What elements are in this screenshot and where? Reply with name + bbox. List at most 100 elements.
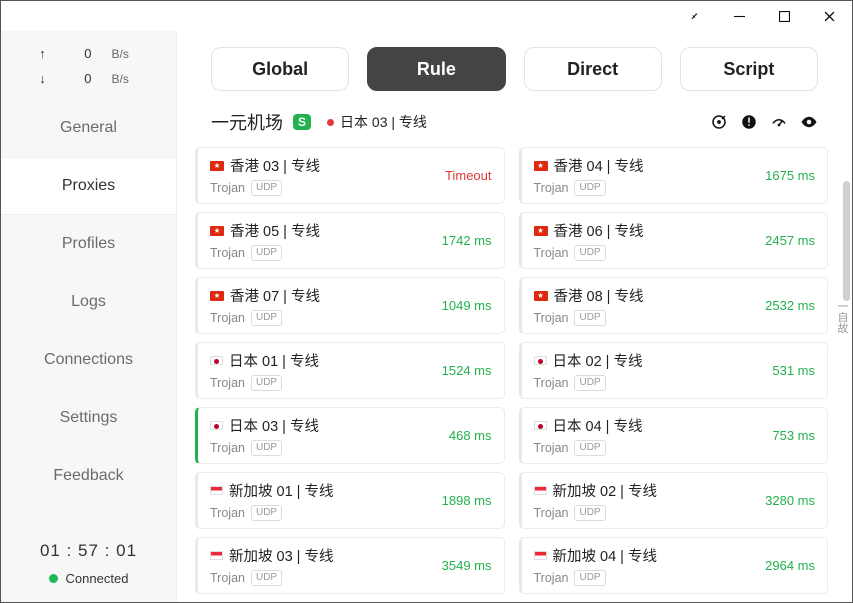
maximize-button[interactable] — [762, 1, 807, 31]
close-button[interactable] — [807, 1, 852, 31]
proxy-udp-badge: UDP — [574, 245, 605, 261]
proxy-name: 香港 07 | 专线 — [230, 285, 320, 306]
proxy-card[interactable]: 新加坡 04 | 专线TrojanUDP2964 ms — [519, 537, 829, 594]
hk-flag-icon — [210, 161, 224, 171]
proxy-protocol: Trojan — [534, 181, 569, 195]
main: Global Rule Direct Script 一元机场 S 日本 03 |… — [177, 31, 852, 602]
proxy-udp-badge: UDP — [251, 310, 282, 326]
hk-flag-icon — [534, 161, 548, 171]
proxy-udp-badge: UDP — [251, 440, 282, 456]
nav-general[interactable]: General — [1, 99, 176, 157]
proxy-name: 香港 08 | 专线 — [554, 285, 644, 306]
tab-global[interactable]: Global — [211, 47, 349, 91]
tab-direct[interactable]: Direct — [524, 47, 662, 91]
proxy-latency: 3280 ms — [765, 493, 815, 508]
locate-icon[interactable] — [710, 113, 728, 131]
download-speed: ↓ 0 B/s — [1, 66, 176, 91]
proxy-protocol: Trojan — [534, 506, 569, 520]
proxy-card[interactable]: 日本 02 | 专线TrojanUDP531 ms — [519, 342, 829, 399]
nav-proxies[interactable]: Proxies — [1, 157, 176, 215]
proxy-card[interactable]: 日本 03 | 专线 Trojan UDP 468 ms — [195, 407, 505, 464]
jp-flag-icon — [210, 356, 223, 365]
connection-status-label: Connected — [66, 571, 129, 586]
proxy-latency: 468 ms — [449, 428, 492, 443]
proxy-name: 日本 04 | 专线 — [553, 415, 643, 436]
proxy-name: 新加坡 04 | 专线 — [553, 545, 657, 566]
proxy-protocol: Trojan — [210, 311, 245, 325]
tab-script[interactable]: Script — [680, 47, 818, 91]
proxy-card[interactable]: 香港 03 | 专线TrojanUDPTimeout — [195, 147, 505, 204]
scrollbar-thumb[interactable] — [843, 181, 850, 301]
status-panel: 01 : 57 : 01 Connected — [1, 529, 176, 602]
connection-status: Connected — [1, 571, 176, 586]
proxy-card[interactable]: 香港 06 | 专线TrojanUDP2457 ms — [519, 212, 829, 269]
proxy-card[interactable]: 新加坡 03 | 专线TrojanUDP3549 ms — [195, 537, 505, 594]
hk-flag-icon — [210, 226, 224, 236]
proxy-latency: 1524 ms — [442, 363, 492, 378]
sg-flag-icon — [534, 486, 547, 495]
proxy-protocol: Trojan — [210, 571, 245, 585]
speedtest-icon[interactable] — [770, 113, 788, 131]
proxy-protocol: Trojan — [534, 376, 569, 390]
proxy-udp-badge: UDP — [251, 375, 282, 391]
proxy-list[interactable]: TrojanUDP2835 msTrojanUDP4028 ms香港 03 | … — [177, 141, 852, 602]
nav-logs[interactable]: Logs — [1, 273, 176, 331]
jp-flag-icon — [534, 421, 547, 430]
proxy-latency: 2532 ms — [765, 298, 815, 313]
app-window: ↑ 0 B/s ↓ 0 B/s General Proxies Profiles… — [0, 0, 853, 603]
jp-flag-icon — [327, 119, 334, 126]
pin-icon[interactable] — [672, 1, 717, 31]
proxy-name: 香港 06 | 专线 — [554, 220, 644, 241]
proxy-card[interactable]: 香港 04 | 专线TrojanUDP1675 ms — [519, 147, 829, 204]
nav-profiles[interactable]: Profiles — [1, 215, 176, 273]
upload-value: 0 — [68, 46, 92, 61]
group-header: 一元机场 S 日本 03 | 专线 — [177, 109, 852, 141]
tab-rule[interactable]: Rule — [367, 47, 505, 91]
proxy-card[interactable]: 新加坡 02 | 专线TrojanUDP3280 ms — [519, 472, 829, 529]
proxy-card[interactable]: 香港 07 | 专线 Trojan UDP 1049 ms — [195, 277, 505, 334]
proxy-latency: 2457 ms — [765, 233, 815, 248]
proxy-latency: 2964 ms — [765, 558, 815, 573]
proxy-udp-badge: UDP — [574, 505, 605, 521]
side-label: 一自故 — [832, 296, 852, 337]
proxy-card[interactable]: 日本 01 | 专线TrojanUDP1524 ms — [195, 342, 505, 399]
proxy-latency: 1742 ms — [442, 233, 492, 248]
upload-unit: B/s — [112, 47, 140, 61]
hk-flag-icon — [210, 291, 224, 301]
proxy-protocol: Trojan — [210, 441, 245, 455]
sg-flag-icon — [210, 486, 223, 495]
proxy-udp-badge: UDP — [251, 245, 282, 261]
minimize-button[interactable] — [717, 1, 762, 31]
nav-settings[interactable]: Settings — [1, 389, 176, 447]
proxy-card[interactable]: 香港 05 | 专线TrojanUDP1742 ms — [195, 212, 505, 269]
proxy-udp-badge: UDP — [574, 375, 605, 391]
proxy-card[interactable]: 日本 04 | 专线TrojanUDP753 ms — [519, 407, 829, 464]
proxy-name: 日本 03 | 专线 — [229, 415, 319, 436]
proxy-name: 香港 03 | 专线 — [230, 155, 320, 176]
proxy-udp-badge: UDP — [574, 440, 605, 456]
proxy-protocol: Trojan — [534, 571, 569, 585]
nav-connections[interactable]: Connections — [1, 331, 176, 389]
sg-flag-icon — [210, 551, 223, 560]
arrow-down-icon: ↓ — [38, 71, 48, 86]
proxy-name: 新加坡 01 | 专线 — [229, 480, 333, 501]
proxy-udp-badge: UDP — [251, 505, 282, 521]
proxy-card[interactable]: 新加坡 01 | 专线TrojanUDP1898 ms — [195, 472, 505, 529]
proxy-latency: 3549 ms — [442, 558, 492, 573]
mode-tabs: Global Rule Direct Script — [177, 31, 852, 109]
proxy-card[interactable]: 香港 08 | 专线TrojanUDP2532 ms — [519, 277, 829, 334]
sg-flag-icon — [534, 551, 547, 560]
proxy-protocol: Trojan — [534, 311, 569, 325]
alert-icon[interactable] — [740, 113, 758, 131]
nav-feedback[interactable]: Feedback — [1, 447, 176, 505]
proxy-latency: 1049 ms — [442, 298, 492, 313]
upload-speed: ↑ 0 B/s — [1, 41, 176, 66]
jp-flag-icon — [534, 356, 547, 365]
uptime-clock: 01 : 57 : 01 — [1, 541, 176, 561]
group-type-badge: S — [293, 114, 311, 130]
download-value: 0 — [68, 71, 92, 86]
proxy-name: 日本 02 | 专线 — [553, 350, 643, 371]
download-unit: B/s — [112, 72, 140, 86]
eye-icon[interactable] — [800, 113, 818, 131]
proxy-name: 香港 04 | 专线 — [554, 155, 644, 176]
